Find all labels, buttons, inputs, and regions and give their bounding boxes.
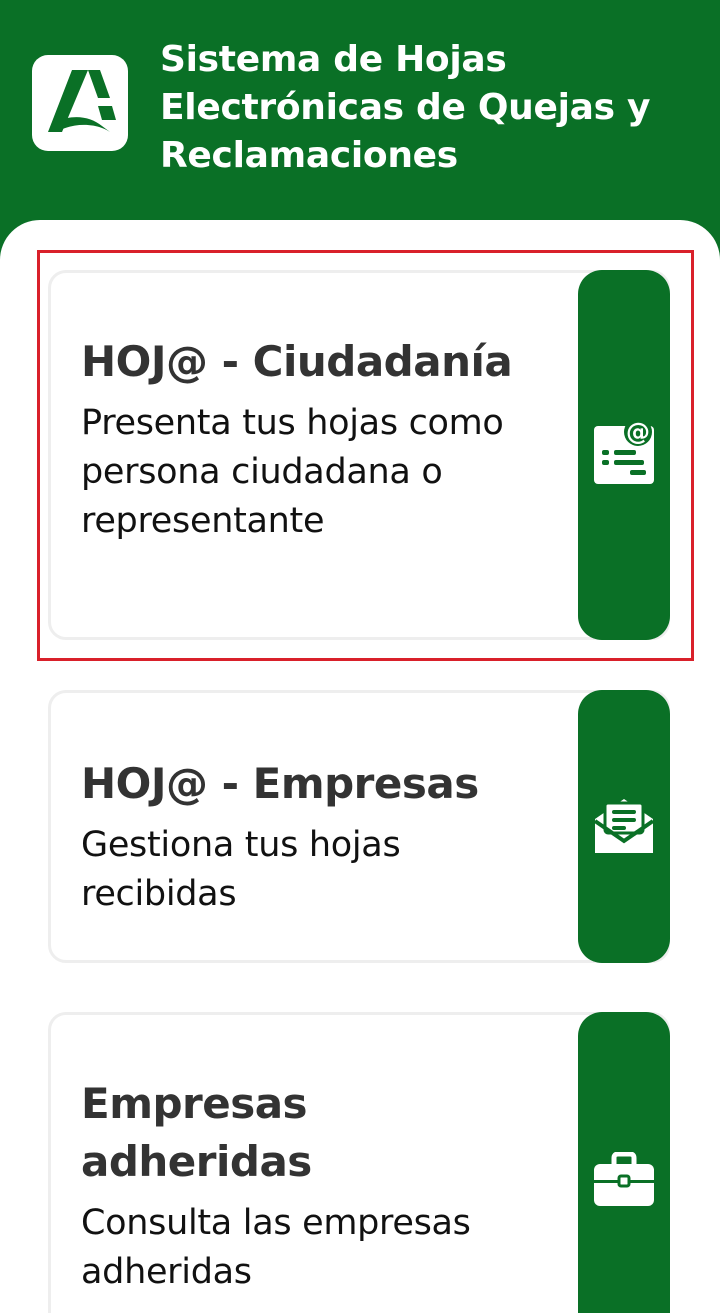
card-title: Empresas adheridas bbox=[81, 1079, 312, 1186]
svg-text:@: @ bbox=[626, 420, 650, 446]
card-text: Empresas adheridas Consulta las empresas… bbox=[81, 1075, 551, 1297]
card-empresas[interactable]: HOJ@ - Empresas Gestiona tus hojas recib… bbox=[48, 690, 670, 963]
document-at-icon: @ bbox=[592, 417, 656, 491]
card-title: HOJ@ - Ciudadanía bbox=[81, 337, 513, 386]
card-description: Gestiona tus hojas recibidas bbox=[81, 825, 401, 914]
card-description: Consulta las empresas adheridas bbox=[81, 1203, 471, 1292]
app-logo bbox=[32, 55, 128, 151]
app-title: Sistema de Hojas Electrónicas de Quejas … bbox=[160, 39, 651, 176]
card-title: HOJ@ - Empresas bbox=[81, 759, 479, 808]
card-text: HOJ@ - Ciudadanía Presenta tus hojas com… bbox=[81, 333, 551, 546]
open-envelope-icon bbox=[591, 791, 657, 862]
junta-andalucia-logo-icon bbox=[42, 66, 118, 141]
briefcase-icon bbox=[592, 1151, 656, 1213]
card-text: HOJ@ - Empresas Gestiona tus hojas recib… bbox=[81, 755, 551, 919]
card-empresas-adheridas[interactable]: Empresas adheridas Consulta las empresas… bbox=[48, 1012, 670, 1313]
card-action-panel[interactable] bbox=[578, 690, 670, 963]
card-action-panel[interactable]: @ bbox=[578, 270, 670, 640]
card-ciudadania[interactable]: HOJ@ - Ciudadanía Presenta tus hojas com… bbox=[48, 270, 670, 640]
card-action-panel[interactable] bbox=[578, 1012, 670, 1313]
card-description: Presenta tus hojas como persona ciudadan… bbox=[81, 403, 504, 541]
